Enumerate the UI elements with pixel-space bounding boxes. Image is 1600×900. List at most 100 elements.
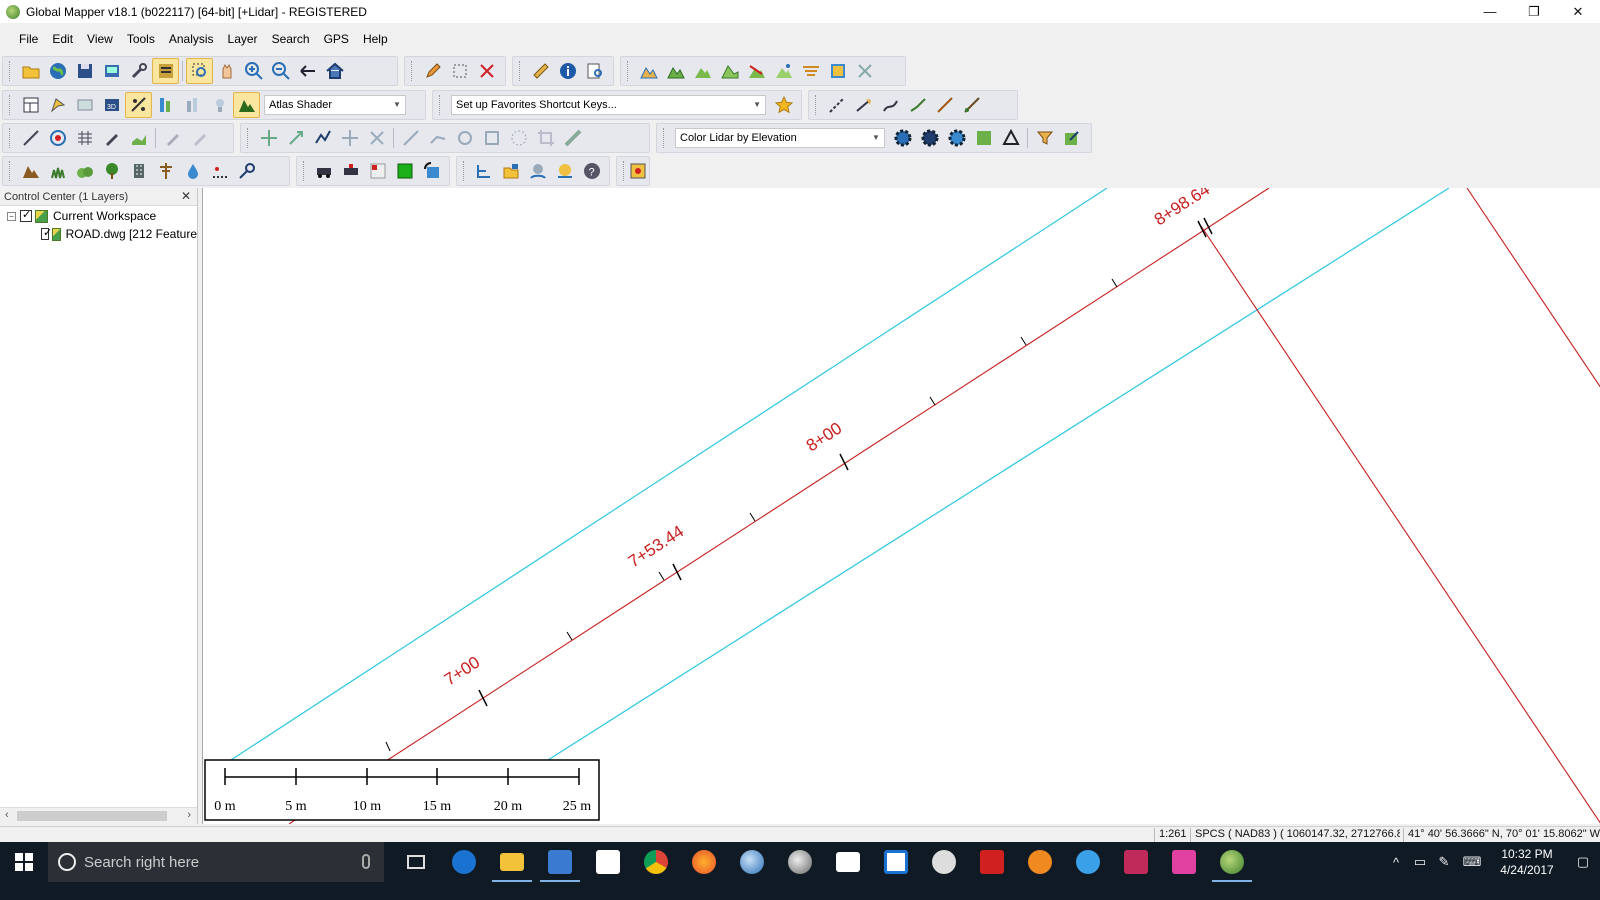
taskbar-viewer[interactable] <box>1016 842 1064 882</box>
bush-icon[interactable] <box>71 158 98 184</box>
select-region-icon[interactable] <box>446 58 473 84</box>
right-boundary-line[interactable] <box>1466 188 1600 388</box>
brush-line-icon[interactable] <box>958 92 985 118</box>
layer-checkbox[interactable] <box>41 226 52 240</box>
restore-button[interactable]: ❐ <box>1512 0 1556 23</box>
rotate-vehicle-icon[interactable] <box>418 158 445 184</box>
water-drop-icon[interactable] <box>179 158 206 184</box>
scrollbar-thumb[interactable] <box>17 811 167 821</box>
join-lines-icon[interactable] <box>424 125 451 151</box>
menu-help[interactable]: Help <box>356 32 395 46</box>
lidar-filter-icon[interactable] <box>943 125 970 151</box>
taskbar-sketchup[interactable] <box>968 842 1016 882</box>
zoom-tool-icon[interactable] <box>186 58 213 84</box>
volume-icon[interactable] <box>716 58 743 84</box>
delete-x-icon[interactable] <box>473 58 500 84</box>
menu-layer[interactable]: Layer <box>221 32 265 46</box>
cross-road-line[interactable] <box>1200 225 1600 824</box>
taskbar-pycharm[interactable] <box>872 842 920 882</box>
taskbar-clock[interactable]: 10:32 PM 4/24/2017 <box>1488 846 1566 878</box>
split-line-icon[interactable] <box>397 125 424 151</box>
green-area-icon[interactable] <box>391 158 418 184</box>
filter-funnel-icon[interactable] <box>1031 125 1058 151</box>
terrain-shade-icon[interactable] <box>662 58 689 84</box>
search-document-icon[interactable] <box>581 58 608 84</box>
area-line-icon[interactable] <box>904 92 931 118</box>
move-vertex-icon[interactable] <box>255 125 282 151</box>
taskbar-qt[interactable] <box>1160 842 1208 882</box>
taskbar-store[interactable] <box>824 842 872 882</box>
terrain-profile-icon[interactable] <box>635 58 662 84</box>
menu-analysis[interactable]: Analysis <box>162 32 221 46</box>
print-icon[interactable] <box>98 58 125 84</box>
map-layout-icon[interactable] <box>628 158 648 184</box>
power-line-icon[interactable] <box>152 158 179 184</box>
merge-area-icon[interactable] <box>478 125 505 151</box>
taskbar-earth[interactable] <box>728 842 776 882</box>
disabled-pencil-icon[interactable] <box>159 125 186 151</box>
menu-search[interactable]: Search <box>265 32 317 46</box>
elevation-legend-icon[interactable] <box>152 92 179 118</box>
lidar-gear-icon[interactable] <box>889 125 916 151</box>
hills-icon[interactable] <box>689 58 716 84</box>
start-button[interactable] <box>0 842 48 882</box>
favorites-select[interactable]: Set up Favorites Shortcut Keys... ▼ <box>450 95 767 115</box>
digitize-line-icon[interactable] <box>17 125 44 151</box>
pen-icon[interactable]: ✎ <box>1432 842 1456 882</box>
select-area-icon[interactable] <box>365 158 392 184</box>
noise-points-icon[interactable] <box>206 158 233 184</box>
tree-icon[interactable] <box>98 158 125 184</box>
road-edge-line[interactable] <box>547 188 1450 761</box>
battery-icon[interactable]: ▭ <box>1408 842 1432 882</box>
tree-item-workspace[interactable]: − Current Workspace <box>0 207 197 225</box>
navigation-arrow-icon[interactable] <box>44 92 71 118</box>
slope-shader-icon[interactable] <box>125 92 152 118</box>
microphone-icon[interactable] <box>362 854 370 869</box>
split-view-icon[interactable] <box>71 92 98 118</box>
home-icon[interactable] <box>321 58 348 84</box>
wrench-icon[interactable] <box>125 58 152 84</box>
lighting-icon[interactable] <box>206 92 233 118</box>
ruler-icon[interactable] <box>527 58 554 84</box>
grid-icon[interactable] <box>71 125 98 151</box>
3d-view-icon[interactable]: 3D <box>98 92 125 118</box>
scroll-left-icon[interactable]: ‹ <box>5 809 9 821</box>
disabled-tool-icon[interactable] <box>851 58 878 84</box>
tree-item-layer[interactable]: ROAD.dwg [212 Feature <box>0 225 197 243</box>
minimize-button[interactable]: — <box>1468 0 1512 23</box>
help-icon[interactable]: ? <box>578 158 605 184</box>
taskbar-edge[interactable] <box>440 842 488 882</box>
shader-select[interactable]: Atlas Shader ▼ <box>264 95 406 115</box>
vertical-exaggeration-icon[interactable] <box>179 92 206 118</box>
viewshed-icon[interactable] <box>770 58 797 84</box>
taskbar-global-mapper[interactable] <box>1208 842 1256 882</box>
menu-view[interactable]: View <box>80 32 120 46</box>
close-button[interactable]: ✕ <box>1556 0 1600 23</box>
taskbar-apps[interactable] <box>584 842 632 882</box>
save-icon[interactable] <box>71 58 98 84</box>
taskbar-remote-desktop[interactable] <box>536 842 584 882</box>
building-icon[interactable] <box>125 158 152 184</box>
scale-feature-icon[interactable] <box>282 125 309 151</box>
collapse-icon[interactable]: − <box>7 211 16 221</box>
contour-icon[interactable] <box>797 58 824 84</box>
lidar-color-select[interactable]: Color Lidar by Elevation ▼ <box>675 128 885 148</box>
keyboard-icon[interactable]: ⌨ <box>1456 842 1488 882</box>
vehicle-icon[interactable] <box>311 158 338 184</box>
measure-tape-icon[interactable] <box>559 125 586 151</box>
taskbar-layers-app[interactable] <box>1112 842 1160 882</box>
move-feature-icon[interactable] <box>336 125 363 151</box>
pencil-icon[interactable] <box>419 58 446 84</box>
map-view[interactable]: 8+98.64 8+00 7+53.44 7+00 0 m 5 m 10 m 1… <box>202 188 1600 824</box>
lidar-terrain-icon[interactable] <box>970 125 997 151</box>
zoom-in-icon[interactable] <box>240 58 267 84</box>
raster-image-icon[interactable] <box>824 58 851 84</box>
taskbar-ie[interactable] <box>1064 842 1112 882</box>
control-center-toggle-icon[interactable] <box>152 58 179 84</box>
menu-gps[interactable]: GPS <box>317 32 356 46</box>
taskbar-sphere[interactable] <box>776 842 824 882</box>
scenic-view-icon[interactable] <box>551 158 578 184</box>
line-vertices-icon[interactable] <box>823 92 850 118</box>
grass-icon[interactable] <box>44 158 71 184</box>
rotate-feature-icon[interactable] <box>363 125 390 151</box>
